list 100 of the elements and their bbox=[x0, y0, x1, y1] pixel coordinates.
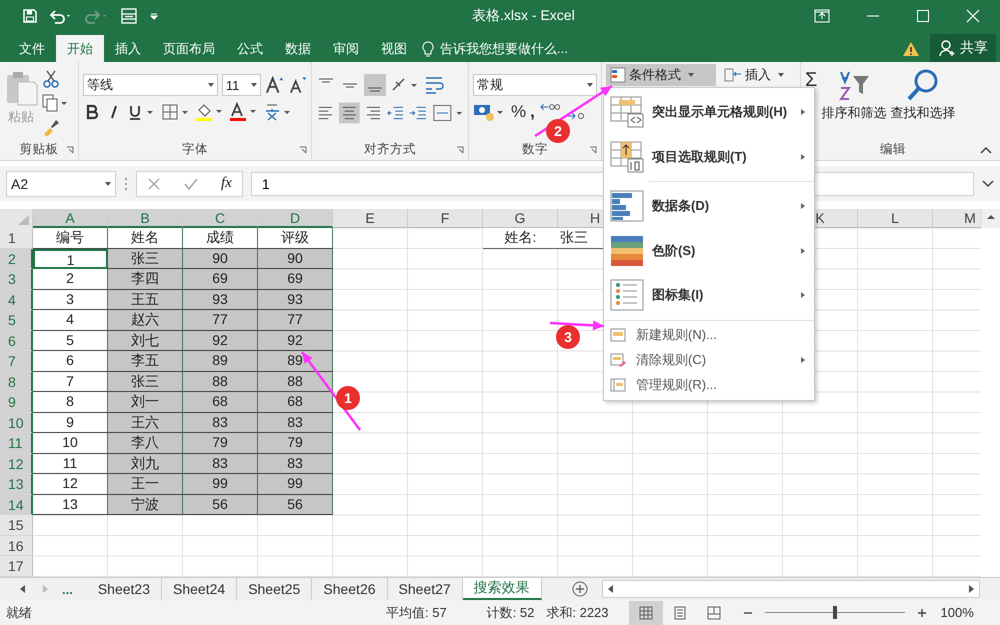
column-header[interactable]: D bbox=[258, 209, 333, 228]
dialog-launcher-icon[interactable] bbox=[589, 146, 597, 154]
name-box[interactable]: A2 bbox=[6, 170, 116, 196]
share-button[interactable]: 共享 bbox=[930, 34, 996, 62]
row-header[interactable]: 16 bbox=[0, 536, 33, 556]
autosum-button[interactable]: Σ bbox=[805, 70, 818, 90]
row-header[interactable]: 5 bbox=[0, 310, 33, 330]
format-painter-icon[interactable] bbox=[42, 118, 60, 136]
sort-filter-button[interactable]: 排序和筛选 bbox=[821, 66, 886, 138]
font-size-select[interactable]: 11 bbox=[222, 74, 261, 96]
row-header[interactable]: 10 bbox=[0, 412, 33, 433]
ribbon-tab[interactable]: 插入 bbox=[104, 35, 152, 62]
scroll-up-icon[interactable] bbox=[986, 213, 996, 221]
collapse-ribbon-icon[interactable] bbox=[980, 146, 992, 154]
wrap-text-icon[interactable] bbox=[424, 75, 446, 95]
dialog-launcher-icon[interactable] bbox=[66, 146, 74, 154]
menu-item[interactable]: 项目选取规则(T) bbox=[604, 134, 814, 179]
align-center-icon[interactable] bbox=[338, 102, 360, 124]
scroll-left-icon[interactable] bbox=[606, 584, 615, 594]
conditional-formatting-button[interactable]: 条件格式 bbox=[606, 64, 716, 86]
row-header[interactable]: 8 bbox=[0, 372, 33, 392]
menu-item[interactable]: 突出显示单元格规则(H) bbox=[604, 90, 814, 134]
row-header[interactable]: 7 bbox=[0, 351, 33, 372]
zoom-level[interactable]: 100% bbox=[940, 605, 974, 620]
table-cell: 99 bbox=[183, 474, 258, 494]
insert-cells-button[interactable]: 插入 bbox=[724, 66, 786, 84]
more-sheets-button[interactable]: ... bbox=[62, 582, 73, 596]
menu-item[interactable]: 管理规则(R)... bbox=[604, 372, 814, 398]
row-header[interactable]: 1 bbox=[0, 228, 33, 248]
percent-button[interactable]: % bbox=[511, 102, 526, 122]
phonetic-guide-icon[interactable] bbox=[263, 102, 293, 122]
expand-icon[interactable] bbox=[982, 180, 994, 188]
dialog-launcher-icon[interactable] bbox=[299, 146, 307, 154]
column-header[interactable]: A bbox=[33, 209, 108, 228]
ribbon-tab[interactable]: 开始 bbox=[56, 35, 104, 62]
decrease-font-icon[interactable] bbox=[288, 75, 308, 95]
borders-icon[interactable] bbox=[161, 103, 191, 121]
number-format-select[interactable]: 常规 bbox=[473, 74, 597, 96]
row-header[interactable]: 3 bbox=[0, 269, 33, 290]
horizontal-scrollbar[interactable] bbox=[602, 580, 980, 598]
increase-decimal-icon[interactable] bbox=[538, 102, 561, 112]
page-icon bbox=[672, 606, 687, 620]
row-header[interactable]: 15 bbox=[0, 515, 33, 536]
font-color-icon[interactable] bbox=[229, 102, 259, 122]
ribbon-tab[interactable]: 页面布局 bbox=[152, 35, 226, 62]
fill-color-icon[interactable] bbox=[195, 102, 225, 122]
ribbon-tab[interactable]: 审阅 bbox=[322, 35, 370, 62]
table-cell: 编号 bbox=[33, 228, 108, 248]
row-header[interactable]: 13 bbox=[0, 474, 33, 494]
table-cell: 4 bbox=[33, 310, 108, 330]
table-cell: 89 bbox=[183, 351, 258, 372]
copy-icon[interactable] bbox=[42, 94, 68, 112]
previous-sheet-icon[interactable] bbox=[18, 584, 28, 594]
menu-item[interactable]: 图标集(I) bbox=[604, 273, 814, 318]
row-header[interactable]: 14 bbox=[0, 494, 33, 515]
save-icon[interactable] bbox=[22, 8, 38, 24]
close-icon[interactable] bbox=[966, 9, 980, 23]
row-header[interactable]: 2 bbox=[0, 248, 33, 269]
ribbon-tab[interactable]: 视图 bbox=[370, 35, 418, 62]
find-select-button[interactable]: 查找和选择 bbox=[890, 66, 956, 138]
ribbon-display-icon[interactable] bbox=[814, 9, 830, 23]
bottom-align-icon[interactable] bbox=[364, 74, 386, 96]
column-header[interactable]: G bbox=[483, 209, 558, 228]
normal-view-button[interactable] bbox=[628, 600, 663, 624]
row-header[interactable]: 11 bbox=[0, 433, 33, 454]
ribbon-tab[interactable]: 数据 bbox=[274, 35, 322, 62]
row-header[interactable]: 9 bbox=[0, 392, 33, 412]
font-family-select[interactable]: 等线 bbox=[83, 74, 218, 96]
row-header[interactable]: 12 bbox=[0, 454, 33, 474]
column-header[interactable]: C bbox=[183, 209, 258, 228]
tell-me-field[interactable]: 告诉我您想要做什么... bbox=[422, 35, 602, 62]
table-cell: 李四 bbox=[108, 269, 183, 290]
scroll-right-icon[interactable] bbox=[967, 584, 975, 594]
vertical-scrollbar[interactable] bbox=[981, 209, 1000, 228]
sheet-tab[interactable]: 搜索效果 bbox=[462, 578, 542, 600]
dialog-launcher-icon[interactable] bbox=[456, 146, 464, 154]
zoom-in-icon[interactable] bbox=[916, 608, 927, 618]
merge-center-icon[interactable] bbox=[432, 103, 464, 123]
increase-font-icon[interactable] bbox=[264, 75, 284, 95]
menu-item[interactable]: 新建规则(N)... bbox=[604, 322, 814, 348]
ribbon-tab[interactable]: 文件 bbox=[8, 35, 56, 62]
insert-function-button[interactable]: fx bbox=[221, 175, 232, 192]
row-header[interactable]: 6 bbox=[0, 330, 33, 351]
table-cell: 12 bbox=[33, 474, 108, 494]
form-icon[interactable] bbox=[120, 7, 138, 25]
warning-icon[interactable] bbox=[902, 41, 920, 57]
comma-button[interactable]: , bbox=[530, 102, 535, 122]
maximize-icon[interactable] bbox=[916, 9, 930, 23]
new-sheet-icon[interactable] bbox=[572, 581, 588, 597]
ribbon-tab[interactable]: 公式 bbox=[226, 35, 274, 62]
column-header[interactable]: E bbox=[333, 209, 408, 228]
row-header[interactable]: 4 bbox=[0, 290, 33, 310]
column-header[interactable]: L bbox=[858, 209, 933, 228]
menu-item[interactable]: 清除规则(C) bbox=[604, 348, 814, 372]
zoom-slider-thumb[interactable] bbox=[832, 606, 837, 619]
column-header[interactable]: B bbox=[108, 209, 183, 228]
row-header[interactable]: 17 bbox=[0, 556, 33, 576]
cut-icon[interactable] bbox=[42, 70, 60, 88]
table-cell: 11 bbox=[33, 454, 108, 474]
column-header[interactable]: F bbox=[408, 209, 483, 228]
